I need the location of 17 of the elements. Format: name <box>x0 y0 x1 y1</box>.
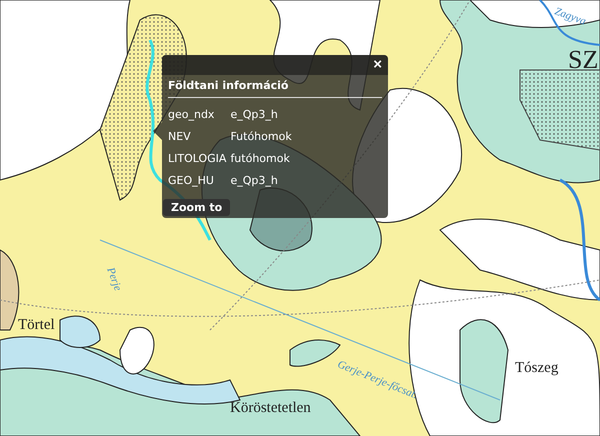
place-label: Tószeg <box>515 360 558 377</box>
field-value: e_Qp3_h <box>230 108 279 122</box>
field-value: futóhomok <box>230 152 291 166</box>
field-name: GEO_HU <box>168 174 215 188</box>
place-label: Törtel <box>18 317 55 334</box>
waterway-label: Perje <box>104 266 124 292</box>
field-value: e_Qp3_h <box>230 174 279 188</box>
field-value: Futóhomok <box>230 130 293 144</box>
field-name: LITOLOGIA <box>168 152 226 166</box>
place-label: SZ <box>568 45 598 75</box>
field-name: NEV <box>168 130 192 144</box>
field-name: geo_ndx <box>168 108 216 122</box>
waterway-label: Zagyva <box>552 5 588 28</box>
zoom-to-button[interactable]: Zoom to <box>163 199 230 216</box>
popup-title: Földtani információ <box>168 77 382 98</box>
close-button[interactable]: × <box>373 57 382 73</box>
place-label: Köröstetetlen <box>230 400 311 417</box>
